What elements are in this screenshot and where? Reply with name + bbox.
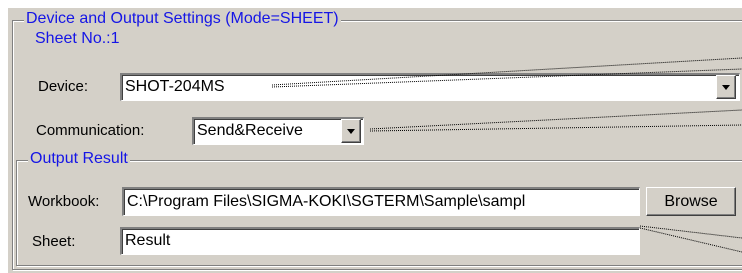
chevron-down-icon [347,129,355,134]
workbook-path-value: C:\Program Files\SIGMA-KOKI\SGTERM\Sampl… [127,193,526,210]
output-result-title: Output Result [28,150,130,168]
workbook-label: Workbook: [28,193,100,210]
workbook-path-input[interactable]: C:\Program Files\SIGMA-KOKI\SGTERM\Sampl… [122,187,640,216]
sheet-label: Sheet: [32,233,76,250]
communication-label: Communication: [36,122,145,139]
sheet-name-value: Result [125,232,171,249]
device-label: Device: [38,78,89,95]
communication-dropdown-button[interactable] [341,119,361,143]
device-select[interactable]: SHOT-204MS [120,73,740,101]
chevron-down-icon [722,85,730,90]
communication-select-value: Send&Receive [197,122,303,139]
communication-select[interactable]: Send&Receive [192,117,364,145]
sheet-name-input[interactable]: Result [120,227,640,255]
device-select-value: SHOT-204MS [125,78,225,95]
browse-button[interactable]: Browse [646,187,736,216]
device-output-group-title: Device and Output Settings (Mode=SHEET) [24,10,341,28]
device-dropdown-button[interactable] [716,75,736,99]
sheet-number-label: Sheet No.:1 [35,30,120,47]
